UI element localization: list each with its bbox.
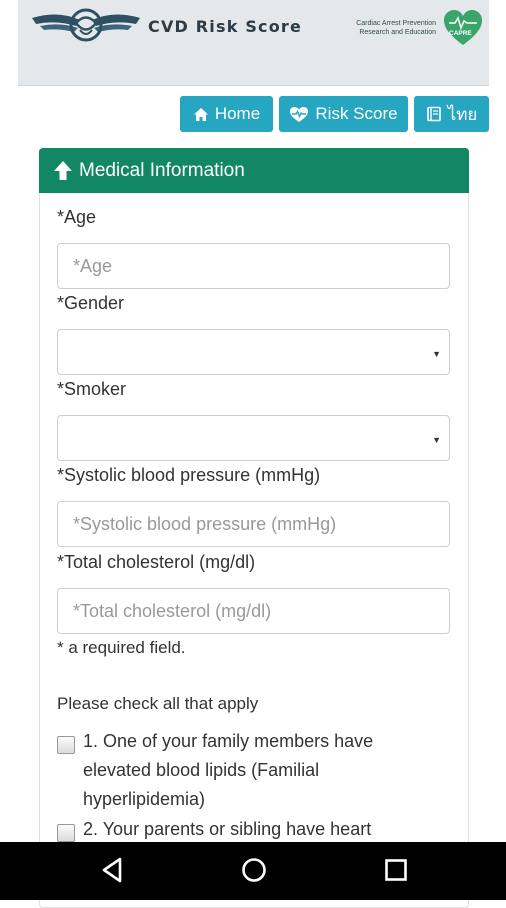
cvd-logo-icon	[32, 8, 140, 42]
panel-heading: Medical Information	[39, 148, 469, 193]
gender-select[interactable]: ▼	[57, 329, 450, 375]
language-button[interactable]: ไทย	[414, 96, 489, 132]
family-heart-disease-checkbox[interactable]	[57, 824, 75, 842]
home-circle-icon[interactable]	[240, 856, 268, 884]
home-icon	[193, 107, 208, 121]
cholesterol-input[interactable]	[57, 588, 450, 634]
home-button-label: Home	[214, 104, 261, 123]
back-icon[interactable]	[100, 856, 124, 884]
check-item-label: 2. Your parents or sibling have heart	[83, 819, 372, 839]
cholesterol-label: *Total cholesterol (mg/dl)	[57, 552, 256, 572]
top-nav: Home Risk Score ไทย	[0, 96, 506, 134]
org-name-line2: Research and Education	[359, 29, 436, 36]
arrow-up-icon	[54, 161, 72, 180]
risk-score-button[interactable]: Risk Score	[279, 96, 408, 132]
org-name-line1: Cardiac Arrest Prevention	[356, 20, 436, 27]
check-item: 2. Your parents or sibling have heart	[57, 819, 423, 844]
sbp-input[interactable]	[57, 501, 450, 547]
smoker-label: *Smoker	[57, 379, 127, 399]
required-note: * a required field.	[57, 638, 186, 657]
org-name: Cardiac Arrest Prevention Research and E…	[326, 19, 436, 37]
book-icon	[426, 106, 441, 122]
dropdown-caret-icon: ▼	[432, 435, 441, 445]
familial-hyperlipidemia-checkbox[interactable]	[57, 736, 75, 754]
risk-score-button-label: Risk Score	[315, 104, 398, 123]
check-intro: Please check all that apply	[57, 694, 259, 713]
dropdown-caret-icon: ▼	[432, 349, 441, 359]
app-title: CVD Risk Score	[148, 17, 303, 36]
heartbeat-icon	[290, 106, 309, 122]
app-header: CVD Risk Score Cardiac Arrest Prevention…	[18, 0, 489, 86]
check-item: 1. One of your family members have eleva…	[57, 731, 423, 814]
language-button-label: ไทย	[447, 104, 478, 124]
smoker-select[interactable]: ▼	[57, 415, 450, 461]
age-label: *Age	[57, 207, 97, 227]
panel-title: Medical Information	[79, 159, 245, 181]
age-input[interactable]	[57, 243, 450, 289]
system-nav-bar	[0, 842, 506, 900]
recents-icon[interactable]	[384, 858, 408, 882]
check-item-label: 1. One of your family members have eleva…	[83, 731, 374, 809]
capre-badge-text: CAPRE	[449, 30, 472, 37]
sbp-label: *Systolic blood pressure (mmHg)	[57, 465, 321, 485]
home-button[interactable]: Home	[180, 96, 273, 132]
capre-heart-logo-icon	[444, 10, 482, 45]
gender-label: *Gender	[57, 293, 125, 313]
